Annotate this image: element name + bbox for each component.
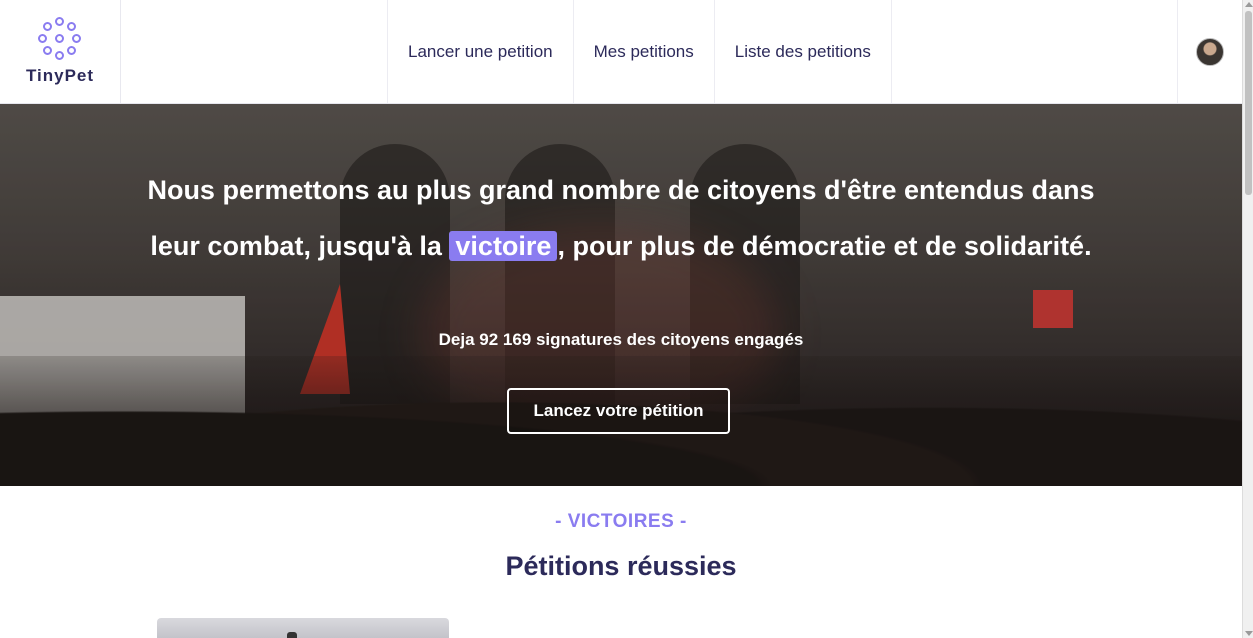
logo[interactable]: TinyPet xyxy=(0,0,121,103)
hero-headline-line2: leur combat, jusqu'à la victoire, pour p… xyxy=(0,218,1242,274)
highlight-victoire: victoire xyxy=(449,231,558,261)
section-title: Pétitions réussies xyxy=(505,551,737,581)
page-scrollbar[interactable] xyxy=(1242,0,1253,638)
avatar[interactable] xyxy=(1196,37,1224,66)
section-kicker: - VICTOIRES - xyxy=(555,511,687,532)
logo-text: TinyPet xyxy=(25,66,95,85)
signature-count: Deja 92 169 signatures des citoyens enga… xyxy=(438,330,804,349)
launch-petition-button[interactable]: Lancez votre pétition xyxy=(507,388,730,434)
scroll-down-icon[interactable] xyxy=(1245,631,1253,636)
main-nav: Lancer une petition Mes petitions Liste … xyxy=(387,0,892,103)
nav-petition-list[interactable]: Liste des petitions xyxy=(715,0,892,103)
user-menu[interactable] xyxy=(1177,0,1242,103)
card-image xyxy=(287,632,297,638)
hero-headline-before: leur combat, jusqu'à la xyxy=(150,231,450,261)
logo-icon xyxy=(38,17,82,61)
nav-my-petitions[interactable]: Mes petitions xyxy=(574,0,715,103)
scroll-thumb[interactable] xyxy=(1245,11,1252,195)
hero-headline-after: , pour plus de démocratie et de solidari… xyxy=(557,231,1092,261)
scroll-up-icon[interactable] xyxy=(1245,2,1253,7)
hero-headline-line1: Nous permettons au plus grand nombre de … xyxy=(147,175,1095,205)
nav-launch-petition[interactable]: Lancer une petition xyxy=(387,0,574,103)
top-navbar: TinyPet Lancer une petition Mes petition… xyxy=(0,0,1242,104)
hero-banner: Nous permettons au plus grand nombre de … xyxy=(0,104,1242,486)
petition-card[interactable] xyxy=(157,618,449,638)
hero-headline: Nous permettons au plus grand nombre de … xyxy=(0,162,1242,274)
